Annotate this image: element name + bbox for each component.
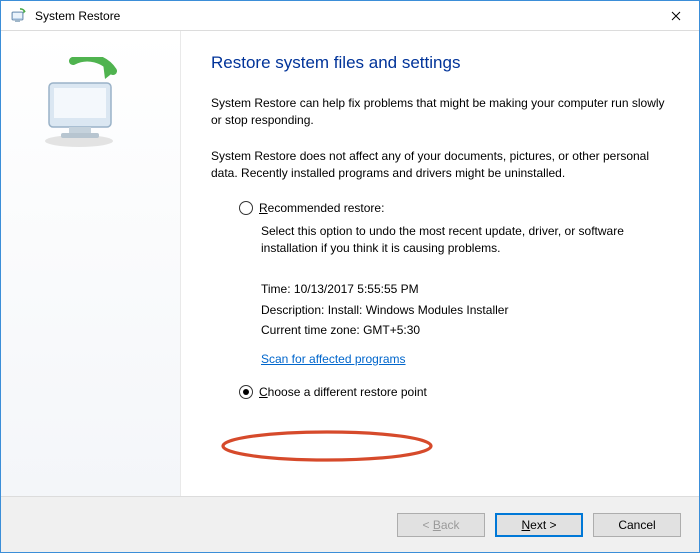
wizard-main: Restore system files and settings System…: [181, 31, 699, 496]
page-heading: Restore system files and settings: [211, 53, 665, 73]
wizard-sidebar: [1, 31, 181, 496]
cancel-button[interactable]: Cancel: [593, 513, 681, 537]
titlebar: System Restore: [1, 1, 699, 31]
next-button[interactable]: Next >: [495, 513, 583, 537]
intro-paragraph-1: System Restore can help fix problems tha…: [211, 95, 665, 130]
restore-description: Description: Install: Windows Modules In…: [261, 300, 665, 320]
choose-different-restore-label: Choose a different restore point: [259, 385, 427, 399]
restore-timezone: Current time zone: GMT+5:30: [261, 320, 665, 340]
scan-affected-programs-link[interactable]: Scan for affected programs: [261, 349, 406, 369]
back-button: < Back: [397, 513, 485, 537]
radio-icon: [239, 201, 253, 215]
wizard-footer: < Back Next > Cancel: [1, 496, 699, 552]
restore-time: Time: 10/13/2017 5:55:55 PM: [261, 279, 665, 299]
restore-options: Recommended restore: Select this option …: [239, 201, 665, 399]
close-button[interactable]: [653, 1, 699, 31]
intro-paragraph-2: System Restore does not affect any of yo…: [211, 148, 665, 183]
system-restore-graphic-icon: [31, 57, 141, 157]
restore-point-details: Time: 10/13/2017 5:55:55 PM Description:…: [261, 279, 665, 369]
window-title: System Restore: [35, 9, 653, 23]
recommended-restore-description: Select this option to undo the most rece…: [261, 223, 665, 258]
radio-icon: [239, 385, 253, 399]
recommended-restore-option[interactable]: Recommended restore:: [239, 201, 665, 215]
wizard-body: Restore system files and settings System…: [1, 31, 699, 496]
recommended-restore-label: Recommended restore:: [259, 201, 384, 215]
choose-different-restore-option[interactable]: Choose a different restore point: [239, 385, 665, 399]
system-restore-icon: [11, 8, 27, 24]
